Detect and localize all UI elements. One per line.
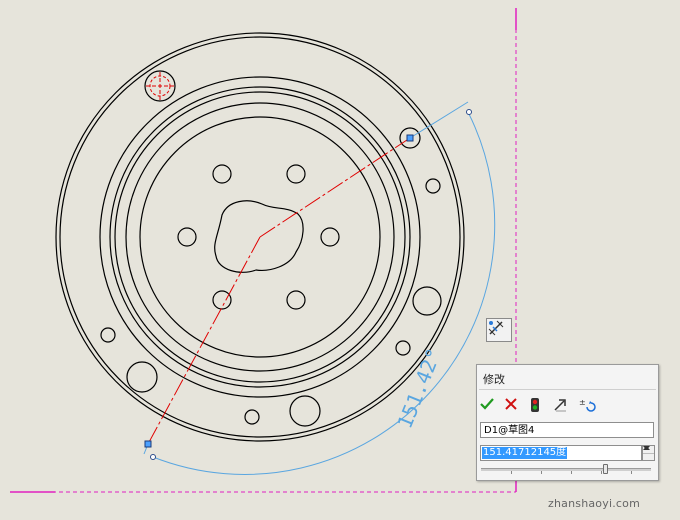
angular-dimension[interactable]: 151.42° (143, 101, 496, 475)
spin-down-arrow-icon[interactable] (643, 446, 654, 461)
mark-dimension-button[interactable]: ± (578, 397, 598, 417)
modify-dialog: 修改 ± D1@草图4 151.41712145度 (476, 364, 659, 481)
slider-tick (511, 471, 512, 474)
dimension-text[interactable]: 151.42° (392, 345, 446, 432)
dialog-divider (479, 389, 656, 390)
slider-thumb[interactable] (603, 464, 608, 474)
slider-tick (541, 471, 542, 474)
ok-button[interactable] (480, 397, 500, 417)
checkmark-icon (480, 398, 494, 410)
watermark: zhanshaoyi.com (548, 497, 640, 510)
rebuild-button[interactable] (528, 397, 548, 417)
dialog-title: 修改 (483, 373, 505, 386)
mark-dimension-icon: ± (579, 398, 596, 412)
drawing-viewport[interactable]: 151.42° 修改 ± D1@草图4 151.41712145度 zhansh… (0, 0, 680, 520)
slider-tick (571, 471, 572, 474)
center-construction-lines[interactable] (146, 72, 411, 445)
slider-tick (601, 471, 602, 474)
dimension-value-input[interactable]: 151.41712145度 (480, 445, 642, 461)
slider-tick (631, 471, 632, 474)
value-spinner[interactable] (642, 445, 655, 461)
value-thumbwheel-slider[interactable] (481, 464, 651, 474)
smart-dimension-icon (488, 320, 504, 336)
dimension-name-field: D1@草图4 (480, 422, 654, 438)
dimension-value-selected-text: 151.41712145度 (482, 447, 568, 459)
cancel-button[interactable] (504, 397, 524, 417)
rebuild-icon (531, 398, 539, 412)
reverse-direction-button[interactable] (552, 397, 572, 417)
smart-dimension-button[interactable] (486, 318, 512, 342)
close-icon (505, 398, 517, 410)
slider-track (481, 468, 651, 471)
reverse-direction-icon (554, 399, 566, 412)
svg-text:±: ± (579, 398, 586, 407)
